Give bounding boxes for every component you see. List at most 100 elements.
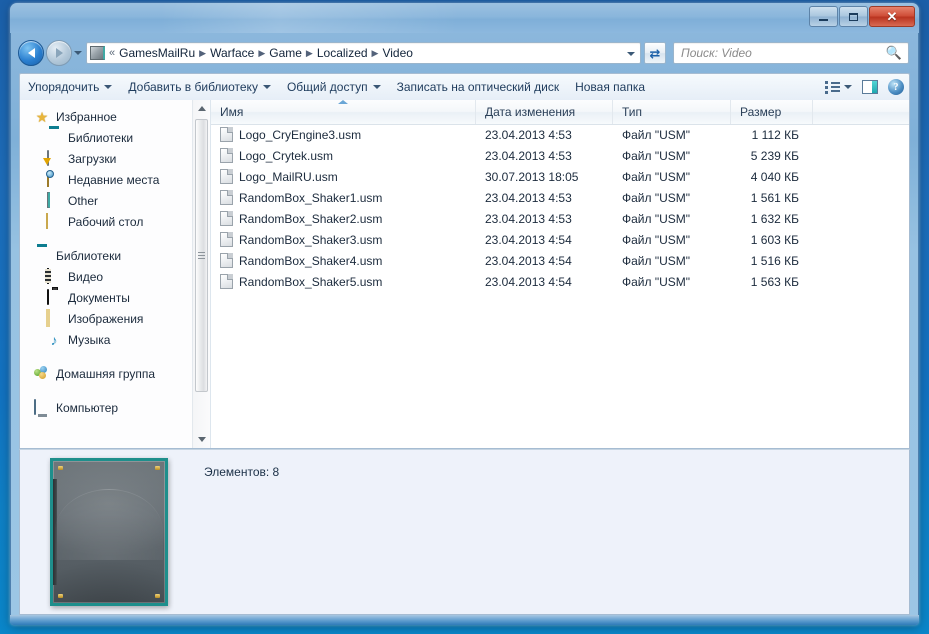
table-row[interactable]: Logo_CryEngine3.usm 23.04.2013 4:53 Файл…	[211, 124, 909, 145]
sort-indicator	[211, 100, 475, 104]
sidebar-item-label: Компьютер	[56, 400, 119, 415]
table-row[interactable]: RandomBox_Shaker3.usm 23.04.2013 4:54 Фа…	[211, 229, 909, 250]
column-header-filler[interactable]	[813, 100, 909, 124]
thumbnail-inner-border	[53, 461, 165, 603]
libraries-icon	[34, 248, 50, 264]
sidebar-item-computer[interactable]: Компьютер	[20, 397, 210, 418]
scrollbar-thumb[interactable]	[195, 119, 208, 392]
sidebar-item-desktop[interactable]: Рабочий стол	[20, 211, 210, 232]
chevron-down-icon	[74, 51, 82, 55]
burn-to-disc-label: Записать на оптический диск	[396, 80, 560, 94]
share-with-button[interactable]: Общий доступ	[279, 76, 389, 98]
sidebar-item-label: Музыка	[68, 332, 111, 347]
breadcrumb-item-2[interactable]: Game	[266, 45, 305, 61]
back-button[interactable]	[18, 40, 44, 66]
close-button[interactable]: ✕	[869, 6, 915, 27]
new-folder-label: Новая папка	[575, 80, 646, 94]
file-icon	[220, 274, 233, 289]
thumbnail-stud	[155, 594, 160, 598]
folder-icon	[46, 191, 62, 209]
cell-date: 23.04.2013 4:53	[485, 190, 572, 205]
breadcrumb-separator[interactable]: ▶	[372, 48, 379, 59]
sidebar-item-label: Библиотеки	[68, 130, 134, 145]
file-name: RandomBox_Shaker3.usm	[239, 232, 383, 247]
show-preview-pane-button[interactable]	[857, 77, 883, 97]
help-button[interactable]: ?	[883, 76, 909, 98]
column-header-size[interactable]: Размер	[731, 100, 813, 124]
breadcrumb-separator[interactable]: ▶	[306, 48, 313, 59]
sidebar-item-pictures[interactable]: Изображения	[20, 308, 210, 329]
breadcrumb-item-4[interactable]: Video	[379, 45, 415, 61]
column-header-date-modified[interactable]: Дата изменения	[476, 100, 613, 124]
chevron-down-icon	[626, 51, 635, 56]
scroll-down-button[interactable]	[193, 431, 210, 448]
documents-icon	[46, 288, 62, 306]
new-folder-button[interactable]: Новая папка	[567, 76, 653, 98]
sidebar-item-label: Рабочий стол	[68, 214, 144, 229]
navigation-tree: ★ Избранное Библиотеки Загрузки Недавние…	[20, 100, 210, 418]
sidebar-item-documents[interactable]: Документы	[20, 287, 210, 308]
sidebar-item-music[interactable]: ♪ Музыка	[20, 329, 210, 350]
forward-button[interactable]	[46, 40, 72, 66]
minimize-button[interactable]	[809, 6, 838, 27]
file-name: RandomBox_Shaker5.usm	[239, 274, 383, 289]
column-header-type[interactable]: Тип	[613, 100, 731, 124]
table-row[interactable]: Logo_Crytek.usm 23.04.2013 4:53 Файл "US…	[211, 145, 909, 166]
sidebar-item-homegroup[interactable]: Домашняя группа	[20, 363, 210, 384]
sidebar-item-recent-places[interactable]: Недавние места	[20, 169, 210, 190]
change-view-button[interactable]	[820, 78, 857, 97]
breadcrumb-separator[interactable]: ▶	[199, 48, 206, 59]
organize-label: Упорядочить	[28, 80, 100, 94]
share-with-label: Общий доступ	[286, 80, 368, 94]
grip-icon	[198, 252, 205, 259]
sidebar-item-label: Видео	[68, 269, 104, 284]
arrow-left-icon	[27, 48, 35, 58]
title-bar[interactable]: ✕	[10, 3, 919, 33]
organize-button[interactable]: Упорядочить	[20, 76, 120, 98]
file-rows: Logo_CryEngine3.usm 23.04.2013 4:53 Файл…	[211, 124, 909, 448]
sidebar-item-label: Домашняя группа	[56, 366, 156, 381]
breadcrumb-item-1[interactable]: Warface	[207, 45, 257, 61]
table-row[interactable]: Logo_MailRU.usm 30.07.2013 18:05 Файл "U…	[211, 166, 909, 187]
sidebar-item-libraries[interactable]: Библиотеки	[20, 245, 210, 266]
recent-pages-button[interactable]	[72, 43, 84, 63]
breadcrumb-item-3[interactable]: Localized	[314, 45, 371, 61]
cell-type: Файл "USM"	[622, 274, 691, 289]
table-row[interactable]: RandomBox_Shaker1.usm 23.04.2013 4:53 Фа…	[211, 187, 909, 208]
navigation-scrollbar[interactable]	[192, 100, 210, 448]
window-bottom-frame	[10, 615, 919, 625]
address-bar[interactable]: « GamesMailRu ▶ Warface ▶ Game ▶ Localiz…	[86, 42, 641, 64]
cell-date: 23.04.2013 4:54	[485, 232, 572, 247]
search-input[interactable]: Поиск: Video 🔍	[673, 42, 909, 64]
folder-preview-thumbnail	[50, 458, 168, 606]
sidebar-item-label: Библиотеки	[56, 248, 122, 263]
address-dropdown-button[interactable]	[624, 47, 637, 60]
breadcrumb-item-0[interactable]: GamesMailRu	[116, 45, 198, 61]
column-header-name[interactable]: Имя	[211, 100, 476, 124]
sidebar-item-downloads[interactable]: Загрузки	[20, 148, 210, 169]
navigation-pane: ★ Избранное Библиотеки Загрузки Недавние…	[20, 100, 211, 448]
column-header-row: Имя Дата изменения Тип Размер	[211, 100, 909, 125]
computer-icon	[34, 398, 50, 416]
item-count-label: Элементов: 8	[204, 465, 280, 479]
breadcrumb-overflow-chevron[interactable]: «	[109, 47, 115, 59]
breadcrumb-separator[interactable]: ▶	[258, 48, 265, 59]
file-name: RandomBox_Shaker1.usm	[239, 190, 383, 205]
maximize-button[interactable]	[839, 6, 868, 27]
burn-to-disc-button[interactable]: Записать на оптический диск	[389, 76, 568, 98]
sidebar-item-libraries-fav[interactable]: Библиотеки	[20, 127, 210, 148]
add-to-library-button[interactable]: Добавить в библиотеку	[120, 76, 279, 98]
table-row[interactable]: RandomBox_Shaker5.usm 23.04.2013 4:54 Фа…	[211, 271, 909, 292]
file-icon	[220, 169, 233, 184]
refresh-button[interactable]: ⇄	[644, 42, 666, 64]
sidebar-item-other[interactable]: Other	[20, 190, 210, 211]
desktop-icon	[46, 212, 62, 230]
scroll-up-button[interactable]	[193, 100, 210, 117]
table-row[interactable]: RandomBox_Shaker4.usm 23.04.2013 4:54 Фа…	[211, 250, 909, 271]
sidebar-item-video[interactable]: Видео	[20, 266, 210, 287]
thumbnail-preview	[50, 458, 168, 606]
navigation-buttons	[18, 40, 84, 66]
sidebar-item-favorites[interactable]: ★ Избранное	[20, 106, 210, 127]
table-row[interactable]: RandomBox_Shaker2.usm 23.04.2013 4:53 Фа…	[211, 208, 909, 229]
